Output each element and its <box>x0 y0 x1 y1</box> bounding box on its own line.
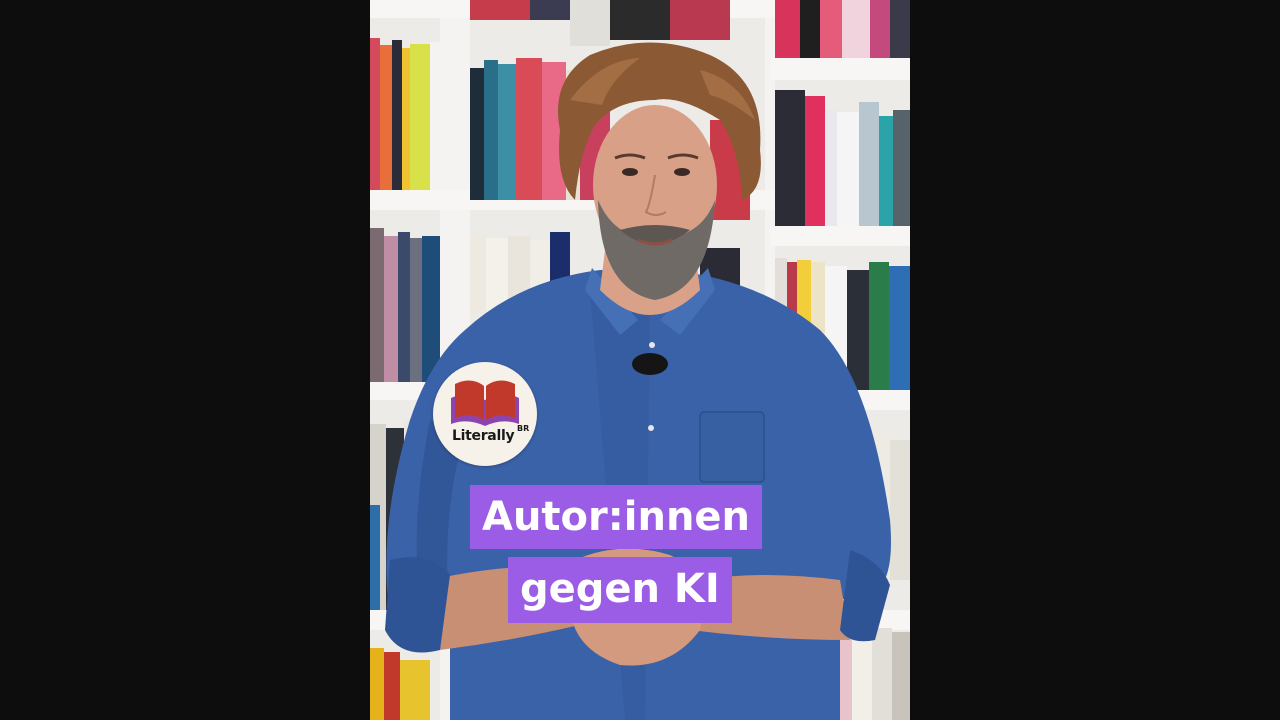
books-left-top <box>370 38 440 190</box>
logo-name: Literally <box>452 428 515 444</box>
books-left-mid <box>370 228 440 382</box>
caption-line-1: Autor:innen <box>470 485 763 549</box>
literally-logo: Literally BR <box>433 362 537 466</box>
caption-line-2: gegen KI <box>508 557 732 623</box>
book-icon <box>451 380 519 426</box>
logo-sub: BR <box>517 424 530 433</box>
